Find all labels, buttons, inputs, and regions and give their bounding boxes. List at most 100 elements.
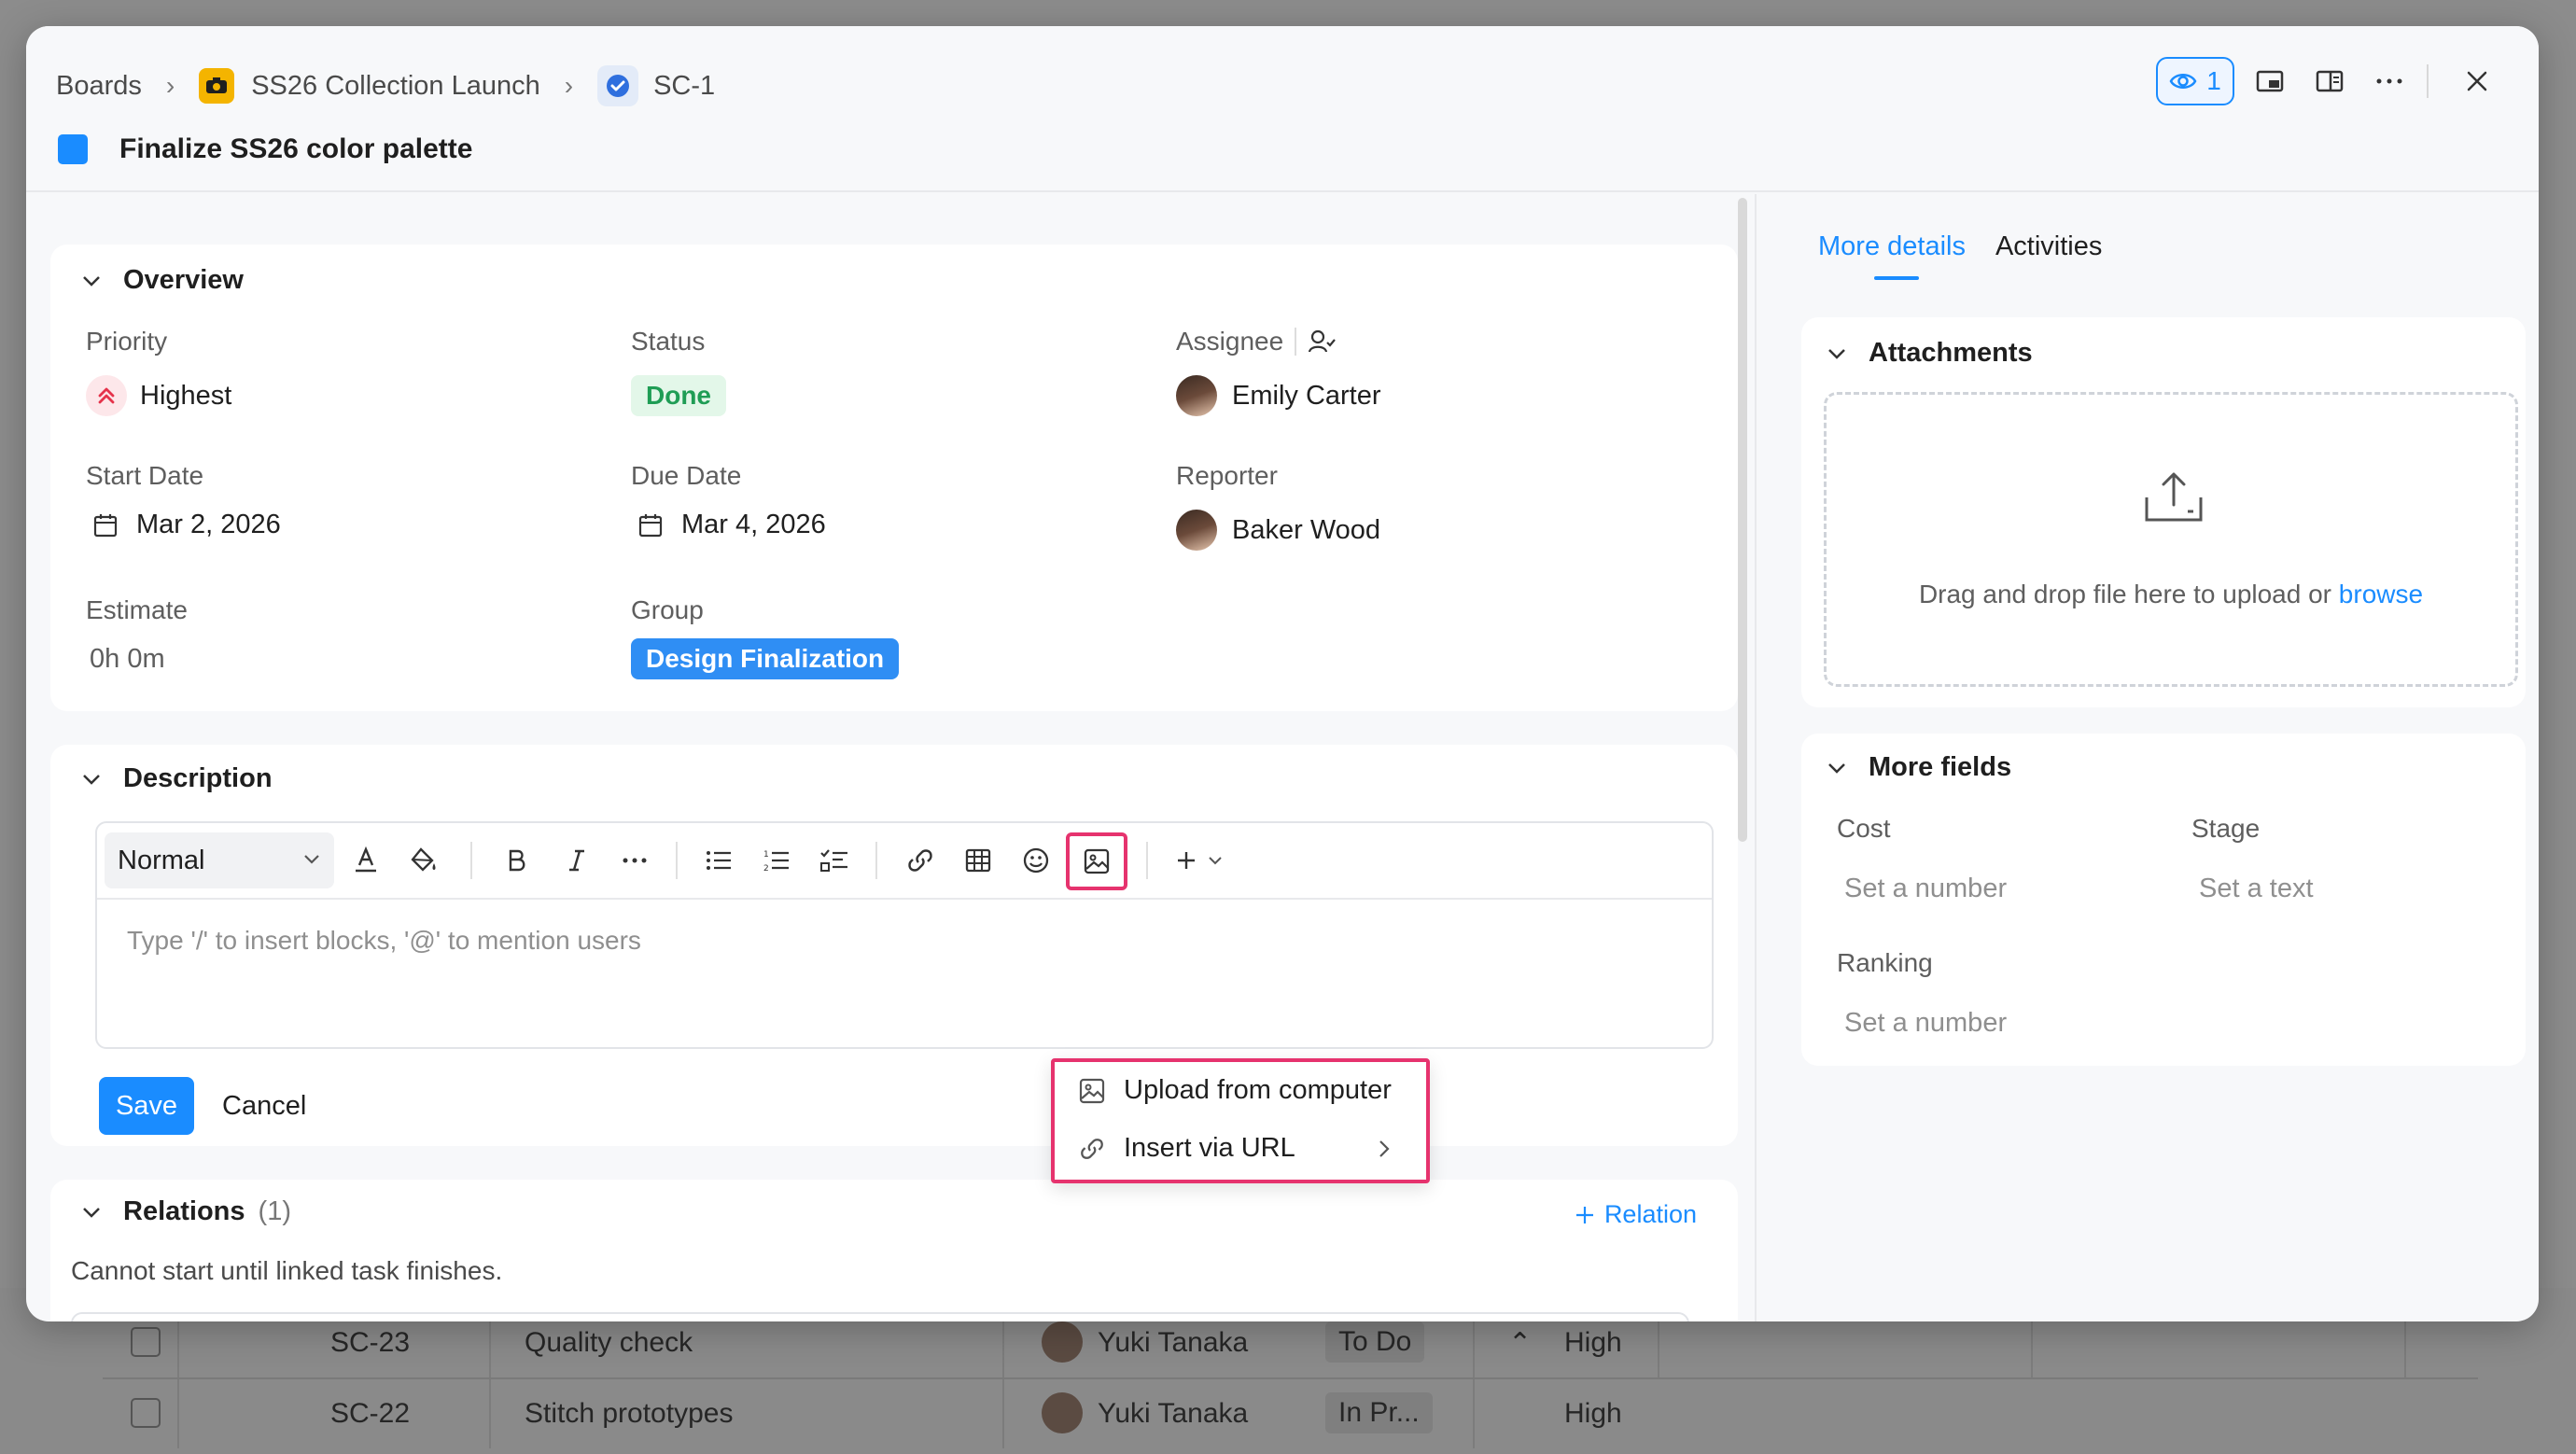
browse-link[interactable]: browse	[2339, 580, 2423, 608]
row-id: SC-22	[330, 1398, 411, 1429]
save-button[interactable]: Save	[99, 1077, 194, 1135]
link-icon	[1081, 1138, 1103, 1159]
picture-in-picture-button[interactable]	[2246, 57, 2294, 105]
numbered-list-button[interactable]: 12	[752, 836, 801, 885]
relations-header[interactable]: Relations (1)	[82, 1196, 291, 1227]
table-icon	[965, 848, 991, 873]
overview-title: Overview	[123, 265, 244, 295]
priority-label: Priority	[86, 327, 168, 356]
link-button[interactable]	[896, 836, 945, 885]
details-panel: More details Activities Attachments Drag…	[1768, 194, 2539, 1321]
upload-from-computer-option[interactable]: Upload from computer	[1079, 1075, 1392, 1106]
paint-bucket-icon	[411, 847, 436, 872]
start-date-field[interactable]: Mar 2, 2026	[93, 510, 281, 540]
more-fields-section: More fields Cost Set a number Stage Set …	[1801, 734, 2526, 1066]
row-priority: High	[1564, 1327, 1622, 1358]
cancel-button[interactable]: Cancel	[222, 1077, 306, 1135]
breadcrumb-boards[interactable]: Boards	[56, 71, 142, 102]
status-field[interactable]: Done	[631, 375, 726, 416]
more-fields-header[interactable]: More fields	[1827, 752, 2011, 783]
relation-item[interactable]	[71, 1312, 1689, 1321]
plus-icon	[1178, 852, 1195, 869]
breadcrumb-project[interactable]: SS26 Collection Launch	[251, 71, 540, 102]
text-color-icon	[356, 846, 376, 873]
text-color-button[interactable]	[342, 836, 390, 885]
dropzone-instructions: Drag and drop file here to upload or	[1918, 580, 2332, 608]
task-check-icon	[597, 65, 639, 106]
bold-icon	[509, 849, 525, 872]
stage-field[interactable]: Set a text	[2199, 874, 2314, 904]
row-id: SC-23	[330, 1327, 411, 1358]
group-label: Group	[631, 595, 704, 624]
avatar	[1042, 1392, 1083, 1433]
breadcrumb-task-id[interactable]: SC-1	[653, 71, 715, 102]
insert-via-url-option[interactable]: Insert via URL	[1079, 1133, 1409, 1164]
bullet-list-icon	[707, 851, 731, 870]
calendar-icon	[638, 513, 663, 537]
status-label: Status	[631, 327, 706, 356]
reporter-field[interactable]: Baker Wood	[1176, 510, 1380, 551]
side-panel-button[interactable]	[2305, 57, 2354, 105]
italic-button[interactable]	[553, 836, 601, 885]
overview-header[interactable]: Overview	[82, 265, 244, 296]
text-style-select[interactable]: Normal	[105, 832, 334, 888]
assignee-label: Assignee	[1176, 327, 1284, 356]
description-editor: Normal 1 2 Type '/' to insert blocks, '@…	[95, 821, 1714, 1049]
checklist-button[interactable]	[810, 836, 859, 885]
emoji-button[interactable]	[1012, 836, 1060, 885]
bold-button[interactable]	[493, 836, 541, 885]
ranking-label: Ranking	[1837, 948, 1933, 977]
eye-icon	[2169, 74, 2197, 89]
attachment-dropzone[interactable]: Drag and drop file here to upload or bro…	[1824, 392, 2518, 687]
add-relation-label: Relation	[1603, 1200, 1697, 1228]
tab-more-details[interactable]: More details	[1818, 231, 1966, 280]
svg-text:2: 2	[763, 864, 769, 873]
status-badge: Done	[631, 375, 726, 416]
plus-icon	[1575, 1206, 1593, 1223]
row-priority: High	[1564, 1398, 1622, 1429]
ranking-field[interactable]: Set a number	[1844, 1008, 2007, 1039]
assign-user-icon[interactable]	[1308, 329, 1337, 355]
insert-image-button[interactable]	[1066, 832, 1127, 890]
header-tools: 1	[2156, 56, 2501, 106]
highlight-color-button[interactable]	[399, 836, 448, 885]
stage-label: Stage	[2191, 814, 2261, 843]
attachments-header[interactable]: Attachments	[1827, 338, 2033, 369]
description-header[interactable]: Description	[82, 763, 273, 794]
relations-title: Relations	[123, 1196, 245, 1226]
start-date-label: Start Date	[86, 461, 204, 490]
assignee-value: Emily Carter	[1232, 380, 1381, 411]
upload-icon	[2145, 472, 2203, 522]
close-button[interactable]	[2453, 57, 2501, 105]
upload-option-label: Upload from computer	[1124, 1075, 1392, 1105]
more-options-button[interactable]	[2365, 57, 2414, 105]
row-assignee: Yuki Tanaka	[1098, 1327, 1249, 1358]
breadcrumb: Boards › SS26 Collection Launch › SC-1	[56, 62, 715, 110]
editor-placeholder[interactable]: Type '/' to insert blocks, '@' to mentio…	[127, 926, 641, 956]
due-date-field[interactable]: Mar 4, 2026	[638, 510, 826, 540]
bullet-list-button[interactable]	[694, 836, 743, 885]
table-button[interactable]	[954, 836, 1002, 885]
assignee-field[interactable]: Emily Carter	[1176, 375, 1381, 416]
svg-text:1: 1	[763, 850, 769, 860]
status-badge: To Do	[1325, 1321, 1425, 1363]
due-date-value: Mar 4, 2026	[681, 510, 826, 539]
main-scrollbar[interactable]	[1738, 198, 1747, 842]
priority-field[interactable]: Highest	[86, 375, 231, 416]
add-relation-button[interactable]: Relation	[1575, 1200, 1697, 1229]
insert-more-button[interactable]	[1167, 836, 1232, 885]
watch-button[interactable]: 1	[2156, 57, 2234, 105]
group-field[interactable]: Design Finalization	[631, 638, 900, 679]
emoji-icon	[1023, 847, 1049, 874]
tab-activities[interactable]: Activities	[1995, 231, 2102, 262]
chevron-down-icon	[83, 275, 100, 287]
modal-header: Boards › SS26 Collection Launch › SC-1 F…	[26, 26, 2539, 192]
cost-field[interactable]: Set a number	[1844, 874, 2007, 904]
dropzone-text: Drag and drop file here to upload or bro…	[1827, 580, 2515, 609]
reporter-label: Reporter	[1176, 461, 1278, 490]
url-option-label: Insert via URL	[1124, 1133, 1295, 1163]
estimate-field[interactable]: 0h 0m	[90, 644, 165, 675]
task-title[interactable]: Finalize SS26 color palette	[119, 133, 472, 165]
watcher-count: 1	[2206, 66, 2221, 95]
more-formatting-button[interactable]	[610, 836, 659, 885]
